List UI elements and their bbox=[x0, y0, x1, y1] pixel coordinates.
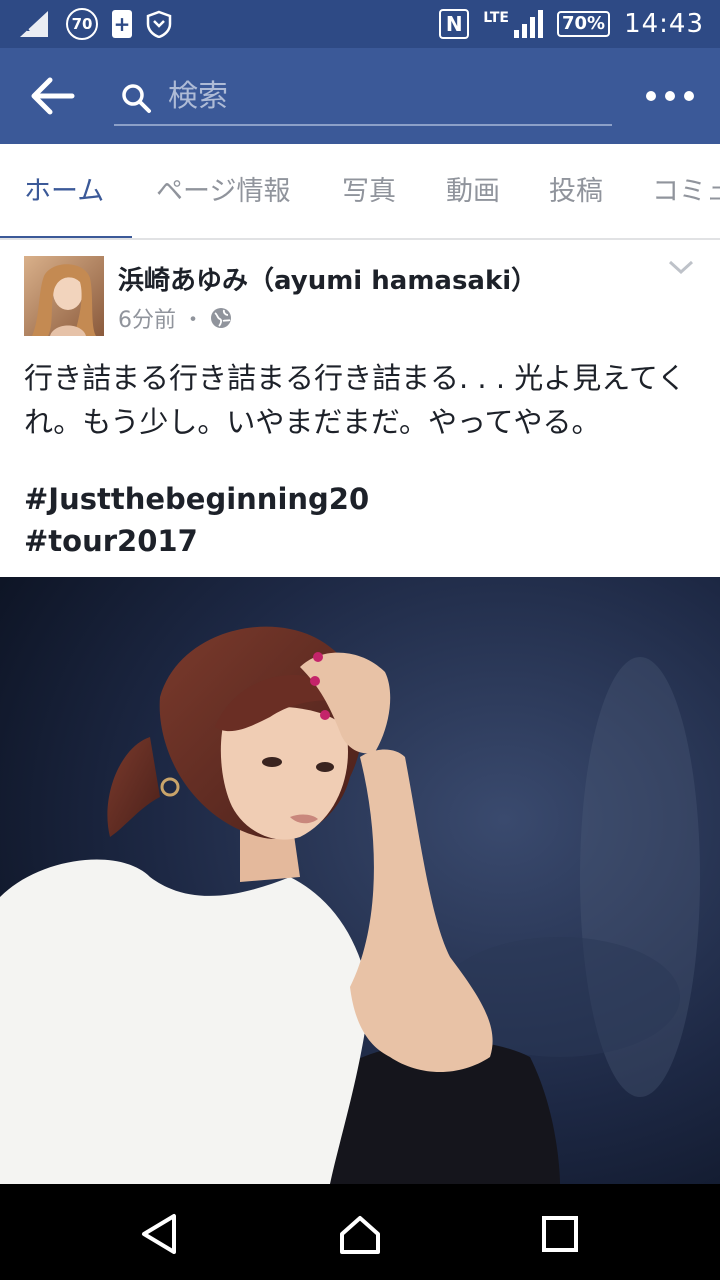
battery-indicator: 70% bbox=[556, 11, 611, 37]
back-arrow-icon bbox=[31, 77, 75, 115]
tab-photos[interactable]: 写真 bbox=[342, 144, 396, 238]
nav-recents-icon[interactable] bbox=[536, 1210, 584, 1258]
active-tab-indicator bbox=[0, 236, 132, 238]
hashtag-link[interactable]: #tour2017 bbox=[24, 524, 198, 558]
nav-back-icon[interactable] bbox=[136, 1210, 184, 1258]
status-right-icons: N LTE 70% 14:43 bbox=[439, 8, 704, 40]
lte-label: LTE bbox=[483, 10, 509, 26]
svg-text:x: x bbox=[21, 19, 30, 35]
dot-icon bbox=[665, 91, 675, 101]
tab-page-info[interactable]: ページ情報 bbox=[156, 144, 290, 238]
plus-box-icon: + bbox=[112, 10, 132, 38]
page-tabs: ホーム ページ情報 写真 動画 投稿 コミュ bbox=[0, 144, 720, 240]
post-text: 行き詰まる行き詰まる行き詰まる. . . 光よ見えてくれ。もう少し。いやまだまだ… bbox=[24, 361, 686, 439]
back-button[interactable] bbox=[28, 74, 80, 118]
tab-videos[interactable]: 動画 bbox=[446, 144, 500, 238]
more-options-button[interactable] bbox=[646, 84, 694, 108]
search-input[interactable] bbox=[168, 76, 588, 116]
post-card: 浜崎あゆみ（ayumi hamasaki） 6分前 ・ 行き詰まる行き詰まる行き… bbox=[0, 242, 720, 1184]
tab-home[interactable]: ホーム bbox=[24, 144, 104, 238]
clock: 14:43 bbox=[624, 9, 704, 39]
system-nav-bar bbox=[0, 1184, 720, 1280]
post-photo[interactable] bbox=[0, 577, 720, 1184]
search-icon bbox=[122, 84, 151, 113]
signal-strength-icon bbox=[513, 10, 543, 38]
post-author[interactable]: 浜崎あゆみ（ayumi hamasaki） bbox=[118, 260, 537, 297]
status-bar: x 70 + N LTE 70% 14:43 bbox=[0, 0, 720, 48]
shield-icon bbox=[146, 10, 172, 38]
toolbar bbox=[0, 48, 720, 144]
nfc-icon: N bbox=[439, 9, 470, 39]
signal-settings-icon: x bbox=[18, 9, 52, 39]
nav-home-icon[interactable] bbox=[336, 1210, 384, 1258]
author-avatar[interactable] bbox=[24, 256, 104, 336]
hashtag-link[interactable]: #Justthebeginning20 bbox=[24, 482, 369, 516]
tab-community[interactable]: コミュ bbox=[652, 144, 720, 238]
search-box[interactable] bbox=[114, 70, 612, 126]
status-left-icons: x 70 + bbox=[18, 8, 172, 40]
dot-icon bbox=[684, 91, 694, 101]
globe-icon bbox=[211, 308, 232, 328]
dot-icon bbox=[646, 91, 656, 101]
post-meta: 6分前 ・ bbox=[118, 302, 232, 334]
circle-badge-icon: 70 bbox=[66, 8, 98, 40]
tab-posts[interactable]: 投稿 bbox=[549, 144, 603, 238]
post-timestamp[interactable]: 6分前 bbox=[118, 302, 176, 334]
chevron-down-icon[interactable] bbox=[666, 256, 696, 278]
meta-separator: ・ bbox=[182, 308, 205, 333]
